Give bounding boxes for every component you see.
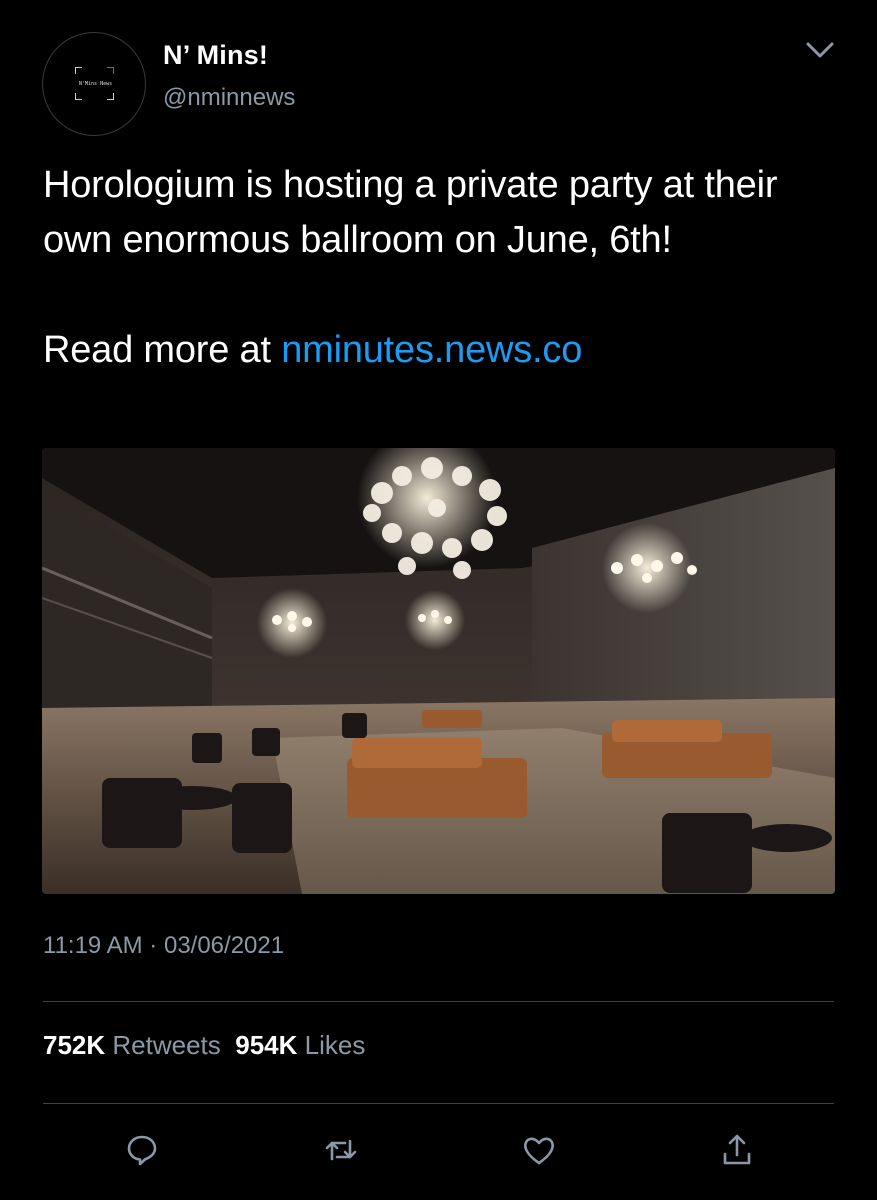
tweet-media-image[interactable] bbox=[42, 448, 835, 894]
author-handle[interactable]: @nminnews bbox=[163, 84, 295, 112]
author-display-name[interactable]: N’ Mins! bbox=[163, 40, 268, 71]
divider bbox=[43, 1001, 834, 1002]
tweet-timestamp[interactable]: 11:19 AM · 03/06/2021 bbox=[43, 932, 284, 960]
timestamp-separator: · bbox=[149, 932, 158, 959]
engagement-stats: 752K Retweets 954K Likes bbox=[43, 1030, 365, 1061]
retweet-icon[interactable] bbox=[323, 1132, 359, 1168]
retweets-stat[interactable]: 752K Retweets bbox=[43, 1030, 221, 1060]
logo-bracket bbox=[107, 67, 114, 74]
avatar-logo-text: N'Mins News bbox=[79, 81, 113, 87]
retweets-label: Retweets bbox=[112, 1030, 221, 1060]
logo-bracket bbox=[107, 93, 114, 100]
share-icon[interactable] bbox=[719, 1132, 755, 1168]
tweet-date: 03/06/2021 bbox=[163, 932, 285, 959]
retweets-count: 752K bbox=[43, 1030, 106, 1060]
tweet-text: Horologium is hosting a private party at… bbox=[43, 158, 843, 378]
reply-icon[interactable] bbox=[124, 1132, 160, 1168]
logo-bracket bbox=[75, 67, 82, 74]
avatar[interactable]: N'Mins News bbox=[42, 32, 146, 136]
logo-bracket bbox=[75, 93, 82, 100]
tweet-body: Horologium is hosting a private party at… bbox=[43, 164, 778, 261]
ballroom-photo bbox=[42, 448, 835, 894]
like-icon[interactable] bbox=[521, 1132, 557, 1168]
tweet-time: 11:19 AM bbox=[43, 932, 143, 959]
likes-label: Likes bbox=[304, 1030, 366, 1060]
read-more-prefix: Read more at bbox=[43, 329, 282, 371]
tweet-link[interactable]: nminutes.news.co bbox=[281, 329, 582, 371]
likes-stat[interactable]: 954K Likes bbox=[235, 1030, 365, 1060]
read-more-line: Read more at nminutes.news.co bbox=[43, 323, 843, 378]
chevron-down-icon[interactable] bbox=[800, 34, 840, 64]
divider bbox=[43, 1103, 834, 1104]
likes-count: 954K bbox=[235, 1030, 298, 1060]
